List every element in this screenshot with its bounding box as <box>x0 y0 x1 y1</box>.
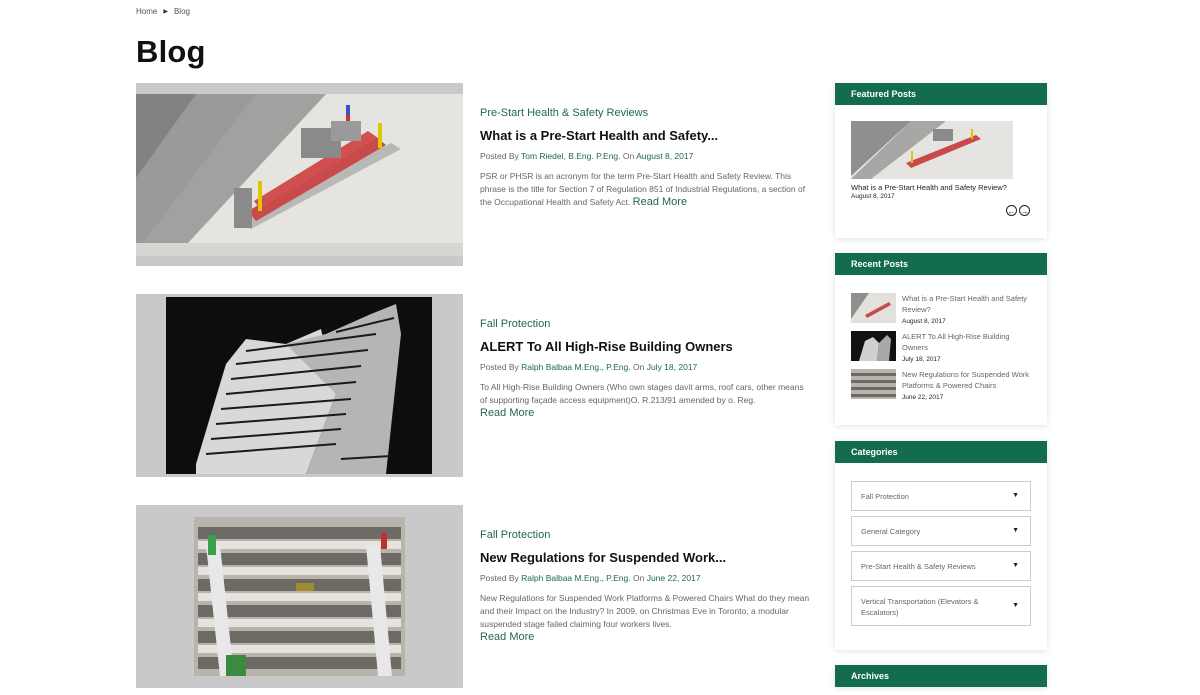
recent-post-date: June 22, 2017 <box>902 394 944 401</box>
featured-post-date: August 8, 2017 <box>851 193 895 200</box>
post-title-link[interactable]: ALERT To All High-Rise Building Owners <box>480 339 810 354</box>
recent-post-title-link[interactable]: New Regulations for Suspended Work Platf… <box>902 370 1029 390</box>
post-excerpt: PSR or PHSR is an acronym for the term P… <box>480 170 810 209</box>
caret-down-icon: ▼ <box>1012 602 1019 609</box>
post-category-link[interactable]: Pre-Start Health & Safety Reviews <box>480 107 810 119</box>
post-meta: Posted By Ralph Balbaa M.Eng., P.Eng. On… <box>480 362 810 372</box>
category-dropdown[interactable]: Vertical Transportation (Elevators & Esc… <box>851 586 1031 626</box>
post-info: Fall Protection New Regulations for Susp… <box>480 529 810 644</box>
blog-post: Pre-Start Health & Safety Reviews What i… <box>136 83 816 266</box>
post-author-link[interactable]: Ralph Balbaa M.Eng., P.Eng. <box>521 362 630 372</box>
recent-post-date: August 8, 2017 <box>902 318 946 325</box>
recent-post-item[interactable]: What is a Pre-Start Health and Safety Re… <box>851 293 1041 325</box>
caret-right-icon: ▶ <box>163 9 168 15</box>
post-category-link[interactable]: Fall Protection <box>480 318 810 330</box>
arrow-left-circle-icon[interactable]: ← <box>1006 205 1017 216</box>
post-excerpt-text: New Regulations for Suspended Work Platf… <box>480 593 810 629</box>
post-thumbnail[interactable] <box>136 294 463 477</box>
post-author-link[interactable]: Tom Riedel, B.Eng. P.Eng. <box>521 151 621 161</box>
widget-heading: Featured Posts <box>835 83 1047 105</box>
arrow-right-circle-icon[interactable]: → <box>1019 205 1030 216</box>
blog-post: Fall Protection New Regulations for Susp… <box>136 505 816 688</box>
categories-widget: Categories Fall Protection ▼ General Cat… <box>835 441 1047 650</box>
recent-post-date: July 18, 2017 <box>902 356 941 363</box>
category-label: General Category <box>861 527 921 536</box>
post-date: August 8, 2017 <box>636 151 694 161</box>
post-date: July 18, 2017 <box>646 362 698 372</box>
caret-down-icon: ▼ <box>1012 562 1019 569</box>
read-more-link[interactable]: Read More <box>480 631 534 643</box>
post-category-link[interactable]: Fall Protection <box>480 529 810 541</box>
caret-down-icon: ▼ <box>1012 527 1019 534</box>
recent-post-item[interactable]: New Regulations for Suspended Work Platf… <box>851 369 1041 401</box>
post-title-link[interactable]: What is a Pre-Start Health and Safety... <box>480 128 810 143</box>
post-excerpt: To All High-Rise Building Owners (Who ow… <box>480 381 810 420</box>
recent-post-text: ALERT To All High-Rise Building Owners J… <box>902 331 1032 365</box>
recent-post-thumbnail[interactable] <box>851 293 896 323</box>
on-label: On <box>632 362 645 372</box>
recent-post-title-link[interactable]: ALERT To All High-Rise Building Owners <box>902 332 1010 352</box>
post-meta: Posted By Ralph Balbaa M.Eng., P.Eng. On… <box>480 573 810 583</box>
recent-post-thumbnail[interactable] <box>851 369 896 399</box>
read-more-link[interactable]: Read More <box>633 196 687 208</box>
post-date: June 22, 2017 <box>646 573 701 583</box>
post-info: Pre-Start Health & Safety Reviews What i… <box>480 107 810 209</box>
category-dropdown[interactable]: Pre-Start Health & Safety Reviews ▼ <box>851 551 1031 581</box>
category-dropdown[interactable]: Fall Protection ▼ <box>851 481 1031 511</box>
posted-by-label: Posted By <box>480 573 519 583</box>
read-more-link[interactable]: Read More <box>480 407 534 419</box>
caret-down-icon: ▼ <box>1012 492 1019 499</box>
post-excerpt: New Regulations for Suspended Work Platf… <box>480 592 810 644</box>
featured-posts-widget: Featured Posts What is a Pre-Start Healt… <box>835 83 1047 238</box>
category-label: Fall Protection <box>861 492 909 501</box>
post-excerpt-text: To All High-Rise Building Owners (Who ow… <box>480 382 804 405</box>
blog-post: Fall Protection ALERT To All High-Rise B… <box>136 294 816 477</box>
recent-posts-widget: Recent Posts What is a Pre-Start Health … <box>835 253 1047 425</box>
page-title: Blog <box>136 34 206 69</box>
widget-heading: Archives <box>835 665 1047 687</box>
category-label: Vertical Transportation (Elevators & Esc… <box>861 597 979 617</box>
breadcrumb: Home ▶ Blog <box>136 7 190 16</box>
post-author-link[interactable]: Ralph Balbaa M.Eng., P.Eng. <box>521 573 630 583</box>
recent-post-thumbnail[interactable] <box>851 331 896 361</box>
featured-carousel-controls: ← → <box>1006 205 1030 216</box>
post-title-link[interactable]: New Regulations for Suspended Work... <box>480 550 810 565</box>
on-label: On <box>622 151 635 161</box>
featured-post-image[interactable] <box>851 121 1013 179</box>
recent-post-item[interactable]: ALERT To All High-Rise Building Owners J… <box>851 331 1041 363</box>
archives-widget: Archives <box>835 665 1047 687</box>
posted-by-label: Posted By <box>480 151 519 161</box>
breadcrumb-current: Blog <box>173 7 190 16</box>
widget-heading: Recent Posts <box>835 253 1047 275</box>
featured-post-title-link[interactable]: What is a Pre-Start Health and Safety Re… <box>851 183 1007 192</box>
breadcrumb-home-link[interactable]: Home <box>136 7 157 16</box>
post-info: Fall Protection ALERT To All High-Rise B… <box>480 318 810 420</box>
category-dropdown[interactable]: General Category ▼ <box>851 516 1031 546</box>
post-meta: Posted By Tom Riedel, B.Eng. P.Eng. On A… <box>480 151 810 161</box>
post-thumbnail[interactable] <box>136 505 463 688</box>
on-label: On <box>632 573 645 583</box>
recent-post-title-link[interactable]: What is a Pre-Start Health and Safety Re… <box>902 294 1027 314</box>
recent-post-text: New Regulations for Suspended Work Platf… <box>902 369 1032 403</box>
posted-by-label: Posted By <box>480 362 519 372</box>
recent-post-text: What is a Pre-Start Health and Safety Re… <box>902 293 1032 327</box>
category-label: Pre-Start Health & Safety Reviews <box>861 562 976 571</box>
widget-heading: Categories <box>835 441 1047 463</box>
post-thumbnail[interactable] <box>136 83 463 266</box>
